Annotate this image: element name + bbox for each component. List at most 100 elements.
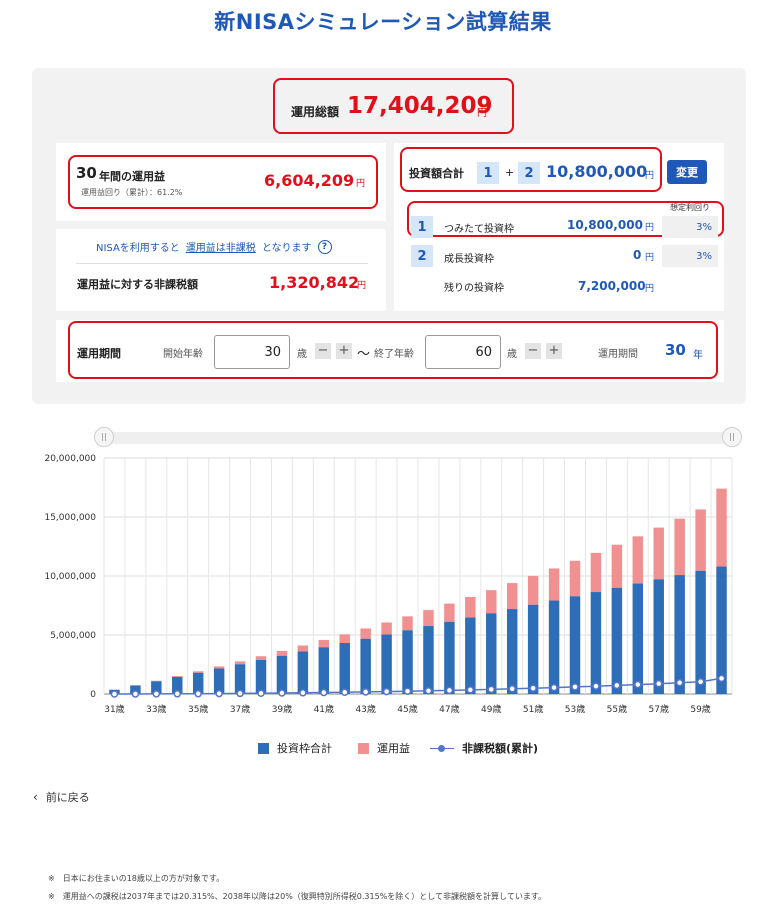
start-age-label: 開始年齢 (163, 349, 203, 360)
profit-bar (695, 509, 706, 571)
profit-bar (548, 568, 560, 601)
tax-point (257, 689, 265, 697)
tax-point (194, 689, 202, 698)
help-icon[interactable]: ? (317, 239, 332, 254)
profit-bar (465, 597, 476, 618)
invest-bar (548, 600, 560, 694)
tax-point (717, 674, 726, 683)
nisa-info-prefix: NISAを利用すると (96, 243, 180, 254)
invest-bar (653, 579, 664, 694)
tax-point (403, 687, 412, 695)
invest-bar (339, 643, 350, 694)
tax-point (152, 690, 161, 698)
invest-bar (402, 630, 413, 694)
note-1: ※ 日本にお住まいの18歳以上の方が対象です。 (48, 874, 225, 883)
tax-point (445, 686, 454, 695)
tax-point (654, 679, 663, 688)
profit-bar (402, 616, 413, 631)
profit-bar (381, 622, 392, 635)
tax-point (634, 680, 642, 689)
x-tick-label: 55歳 (607, 703, 627, 715)
period-result-unit: 年 (693, 350, 703, 361)
frame-unit-2: 円 (645, 253, 655, 263)
invest-bar (611, 587, 623, 694)
tax-point (215, 689, 223, 698)
x-tick-label: 57歳 (649, 703, 669, 715)
total-label: 運用総額 (291, 105, 340, 119)
tax-point (278, 689, 286, 697)
legend-label-invest: 投資枠合計 (277, 742, 332, 755)
back-button[interactable]: ‹ 前に戻る (33, 789, 90, 805)
frame-badge-1: 1 (411, 216, 433, 238)
x-tick-label: 41歳 (314, 703, 334, 715)
nisa-info-link[interactable]: 運用益は非課税 (186, 239, 256, 254)
invest-bar (486, 613, 497, 694)
profit-bar (255, 656, 267, 661)
invest-bar (527, 604, 539, 694)
profit-bar (611, 544, 623, 588)
frame-value-1: 10,800,000 (567, 218, 643, 232)
x-tick-label: 33歳 (146, 703, 166, 715)
start-age-plus-button[interactable]: + (336, 343, 352, 359)
investment-label: 投資額合計 (409, 167, 464, 180)
x-tick-label: 37歳 (230, 703, 250, 715)
legend-swatch-tax (430, 743, 454, 754)
profit-bar (632, 536, 644, 584)
profit-unit: 円 (356, 179, 366, 189)
legend-swatch-profit (358, 742, 369, 754)
profit-bar (569, 560, 581, 597)
profit-bar (423, 610, 434, 627)
invest-bar (590, 592, 602, 694)
profit-bar (590, 552, 602, 593)
back-button-label: 前に戻る (45, 791, 90, 804)
tax-point (529, 684, 537, 692)
legend-swatch-invest (258, 742, 269, 754)
end-age-plus-button[interactable]: + (546, 343, 562, 359)
invest-bar (465, 617, 476, 694)
frame-value-2: 0 (633, 248, 642, 262)
total-value: 17,404,209 (347, 93, 493, 119)
chart-legend: 投資枠合計 運用益 非課税額(累計) (258, 740, 538, 756)
change-button[interactable]: 変更 (667, 160, 707, 184)
profit-bar (360, 628, 371, 639)
x-tick-label: 31歳 (104, 703, 124, 715)
total-unit: 円 (477, 108, 487, 119)
invest-bar (255, 660, 267, 694)
profit-bar (486, 590, 497, 614)
profit-bar (172, 676, 183, 678)
simulation-chart: 20,000,000 15,000,000 10,000,000 5,000,000 0… (44, 454, 733, 715)
profit-bar (318, 639, 330, 648)
start-age-minus-button[interactable]: − (315, 343, 331, 359)
profit-bar (339, 634, 350, 644)
x-tick-label: 43歳 (355, 703, 375, 715)
start-age-input[interactable]: 30 (214, 335, 290, 369)
end-age-unit: 歳 (507, 349, 517, 360)
profit-bar (276, 650, 288, 656)
y-tick-label: 15,000,000 (44, 513, 96, 523)
invest-bar (695, 570, 706, 694)
profit-sub: 運用益回り（累計）：61.2% (81, 188, 183, 197)
tax-point (487, 685, 496, 694)
x-tick-label: 45歳 (397, 703, 417, 715)
page-title: 新NISAシミュレーション試算結果 (214, 10, 552, 34)
frame-rate-1[interactable]: 3% (662, 216, 718, 238)
start-age-unit: 歳 (297, 349, 307, 360)
frame-name-2: 成長投資枠 (444, 254, 494, 265)
tax-free-label: 運用益に対する非課税額 (77, 278, 198, 291)
profit-value: 6,604,209 (264, 171, 355, 190)
tax-free-value: 1,320,842 (269, 273, 360, 292)
profit-bar (234, 661, 246, 665)
y-tick-label: 10,000,000 (44, 572, 96, 582)
frame-rate-2[interactable]: 3% (662, 245, 718, 267)
invest-bar (234, 664, 246, 694)
invest-bar (318, 647, 330, 694)
frame-badge-2: 2 (411, 245, 433, 267)
invest-bar (674, 575, 685, 694)
invest-bar (381, 634, 392, 694)
tax-point (571, 683, 579, 691)
tax-point (320, 688, 328, 697)
end-age-minus-button[interactable]: − (525, 343, 541, 359)
profit-years: 30 (76, 164, 97, 182)
end-age-input[interactable]: 60 (425, 335, 501, 369)
end-age-label: 終了年齢 (374, 349, 414, 360)
